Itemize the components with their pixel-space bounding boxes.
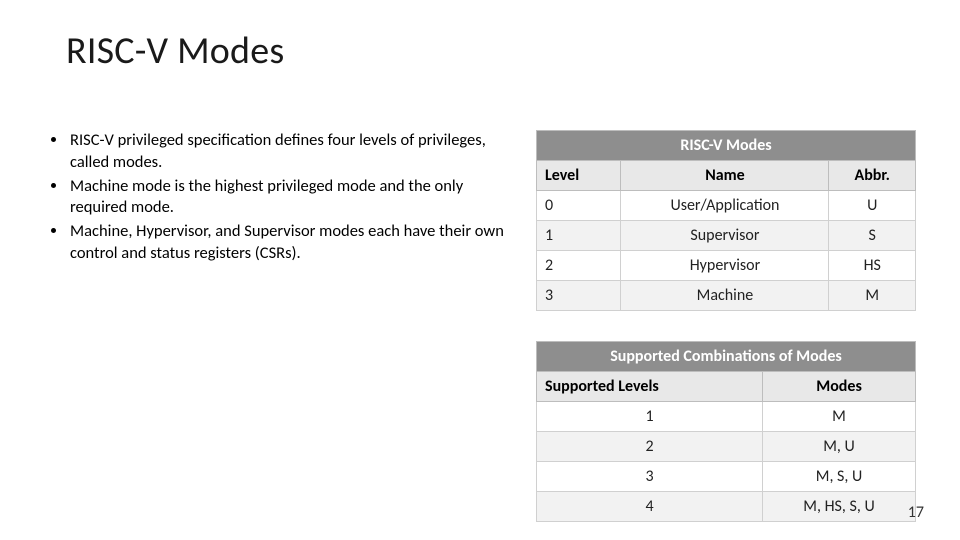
table-cell: M, U — [763, 432, 916, 462]
table-cell: S — [829, 221, 916, 251]
table-cell: 2 — [537, 251, 621, 281]
bullet-item: Machine mode is the highest privileged m… — [68, 176, 504, 220]
bullet-list: RISC-V privileged specification defines … — [44, 130, 512, 522]
bullet-item: RISC-V privileged specification defines … — [68, 130, 504, 174]
table-cell: 1 — [537, 221, 621, 251]
tables-column: RISC-V Modes Level Name Abbr. 0 User/App… — [536, 130, 916, 522]
table-header: Modes — [763, 372, 916, 402]
table-row: 3 Machine M — [537, 281, 916, 311]
table-row: 4 M, HS, S, U — [537, 492, 916, 522]
table-row: 1 Supervisor S — [537, 221, 916, 251]
table-caption: Supported Combinations of Modes — [537, 342, 916, 372]
table-cell: 2 — [537, 432, 763, 462]
table-caption: RISC-V Modes — [537, 131, 916, 161]
table-cell: M, HS, S, U — [763, 492, 916, 522]
table-cell: M — [763, 402, 916, 432]
content-row: RISC-V privileged specification defines … — [44, 130, 916, 522]
table-cell: M, S, U — [763, 462, 916, 492]
table-cell: HS — [829, 251, 916, 281]
table-row: 3 M, S, U — [537, 462, 916, 492]
table-header: Supported Levels — [537, 372, 763, 402]
table-row: 2 M, U — [537, 432, 916, 462]
table-header: Abbr. — [829, 161, 916, 191]
page-number: 17 — [908, 503, 924, 522]
table-row: 1 M — [537, 402, 916, 432]
slide: RISC-V Modes RISC-V privileged specifica… — [0, 0, 960, 540]
table-header: Level — [537, 161, 621, 191]
combinations-table: Supported Combinations of Modes Supporte… — [536, 341, 916, 522]
table-cell: 1 — [537, 402, 763, 432]
table-header: Name — [621, 161, 829, 191]
table-cell: Machine — [621, 281, 829, 311]
slide-title: RISC-V Modes — [44, 28, 916, 74]
table-cell: Hypervisor — [621, 251, 829, 281]
table-cell: M — [829, 281, 916, 311]
table-cell: 0 — [537, 191, 621, 221]
modes-table: RISC-V Modes Level Name Abbr. 0 User/App… — [536, 130, 916, 311]
table-cell: Supervisor — [621, 221, 829, 251]
table-cell: 3 — [537, 281, 621, 311]
bullet-item: Machine, Hypervisor, and Supervisor mode… — [68, 221, 504, 265]
table-cell: U — [829, 191, 916, 221]
table-cell: User/Application — [621, 191, 829, 221]
table-cell: 4 — [537, 492, 763, 522]
table-row: 2 Hypervisor HS — [537, 251, 916, 281]
table-cell: 3 — [537, 462, 763, 492]
table-row: 0 User/Application U — [537, 191, 916, 221]
